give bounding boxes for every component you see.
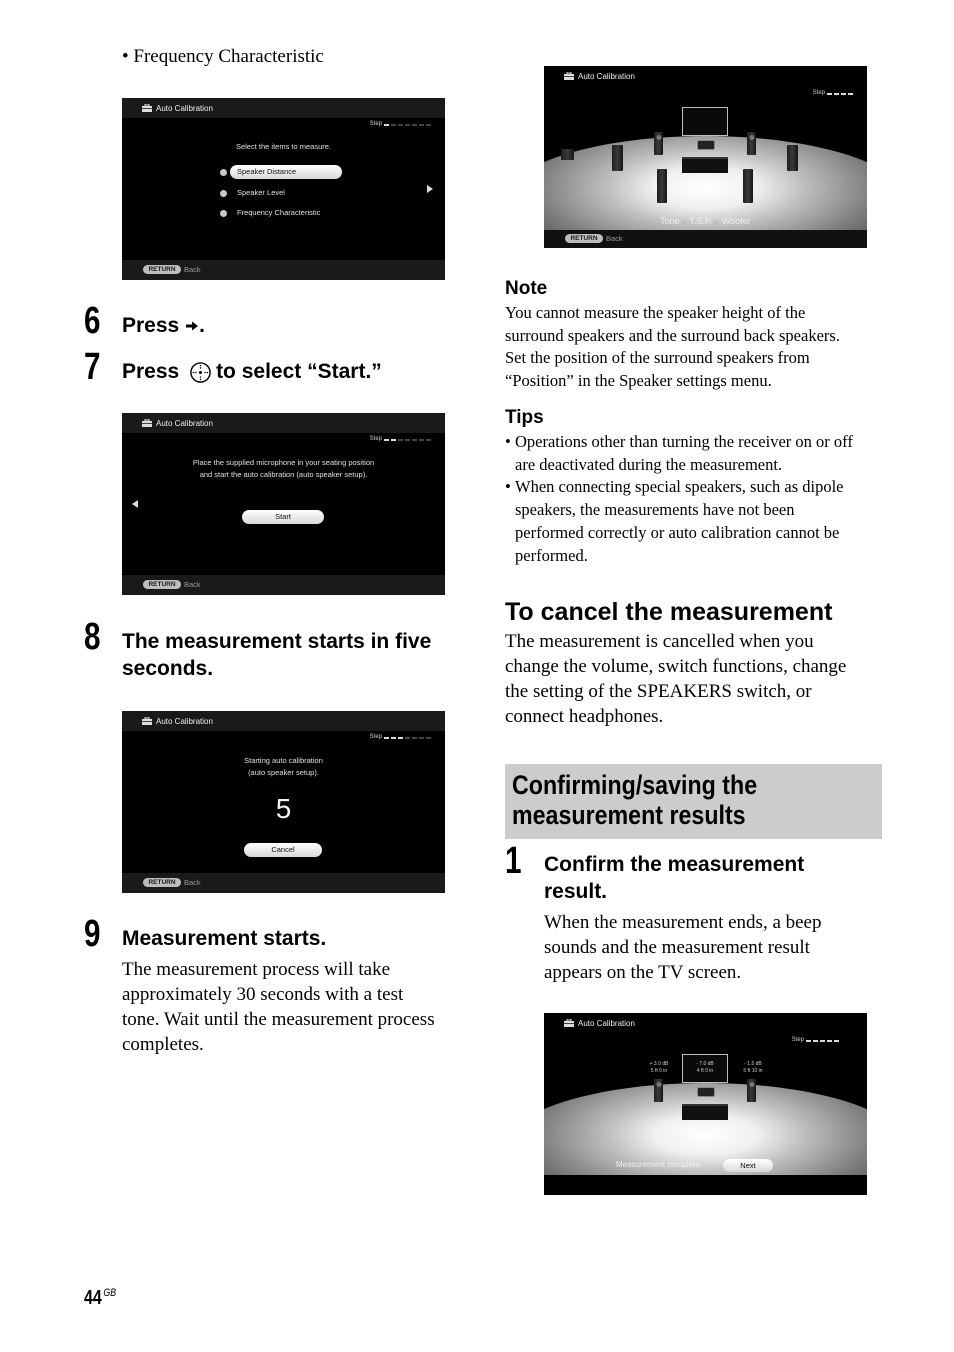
cancel-section-body: The measurement is cancelled when you ch… bbox=[505, 631, 847, 727]
screen-instruction-line2: and start the auto calibration (auto spe… bbox=[199, 470, 368, 479]
step-indicator: Step bbox=[370, 121, 431, 128]
measurement-phases: Tone ▶ T.S.P. ▶ Woofer bbox=[660, 216, 751, 226]
surround-back-right-speaker-graphic bbox=[743, 169, 753, 203]
toolbox-icon bbox=[142, 104, 152, 112]
tip-item: • When connecting special speakers, such… bbox=[505, 477, 844, 565]
page-number: 44 GB bbox=[84, 1287, 117, 1309]
screen-header: Auto Calibration bbox=[122, 98, 445, 118]
subwoofer-graphic bbox=[561, 149, 574, 160]
section-banner: Confirming/saving the measurement result… bbox=[505, 764, 882, 839]
front-left-speaker-values: + 3.0 dB 5 ft 0 in bbox=[649, 1061, 669, 1074]
tv-screen-complete: Auto Calibration Step - 7.0 dB 4 ft 0 in… bbox=[544, 1013, 867, 1195]
tips-heading: Tips bbox=[505, 407, 544, 428]
toolbox-icon bbox=[564, 1019, 574, 1027]
step-9-body: The measurement process will take approx… bbox=[122, 959, 435, 1055]
start-button[interactable]: Start bbox=[242, 510, 324, 524]
check-icon bbox=[220, 169, 227, 176]
enter-button-icon bbox=[190, 362, 211, 383]
step-number-6: 6 bbox=[84, 300, 100, 342]
check-icon bbox=[220, 210, 227, 217]
tv-screen-measuring: Auto Calibration Step Tone ▶ T.S.P. ▶ Wo… bbox=[544, 66, 867, 248]
bullet-item: • Frequency Characteristic bbox=[122, 46, 324, 67]
return-key-icon[interactable]: RETURN bbox=[143, 878, 181, 887]
screen-footer: RETURN Back bbox=[122, 260, 445, 280]
screen-title: Auto Calibration bbox=[156, 104, 213, 113]
option-frequency-characteristic[interactable]: Frequency Characteristic bbox=[237, 206, 320, 220]
tv-set-graphic bbox=[682, 107, 728, 136]
next-arrow-icon[interactable] bbox=[427, 185, 433, 193]
confirm-step-title: Confirm the measurement result. bbox=[544, 853, 805, 903]
step-7-title: Press to select “Start.” bbox=[122, 360, 382, 383]
region-code: GB bbox=[103, 1287, 117, 1299]
center-speaker-values: - 7.0 dB 4 ft 0 in bbox=[696, 1061, 714, 1074]
previous-arrow-icon[interactable] bbox=[132, 500, 138, 508]
front-right-speaker-graphic bbox=[747, 132, 756, 155]
tip-item: • Operations other than turning the rece… bbox=[505, 432, 853, 474]
tv-screen-countdown: Auto Calibration Step Starting auto cali… bbox=[122, 711, 445, 893]
confirm-step-body: When the measurement ends, a beep sounds… bbox=[544, 912, 822, 983]
return-key-icon[interactable]: RETURN bbox=[143, 265, 181, 274]
step-6-title: Press . bbox=[122, 314, 205, 337]
sofa-graphic bbox=[682, 1104, 728, 1120]
sofa-graphic bbox=[682, 157, 728, 173]
toolbox-icon bbox=[142, 717, 152, 725]
next-button[interactable]: Next bbox=[723, 1159, 773, 1172]
front-right-speaker-values: - 1.5 dB 5 ft 10 in bbox=[743, 1061, 763, 1074]
phase-arrow-icon: ▶ bbox=[682, 220, 687, 226]
tips-list: • Operations other than turning the rece… bbox=[505, 431, 885, 567]
option-speaker-level[interactable]: Speaker Level bbox=[237, 186, 285, 200]
step-9-title: Measurement starts. bbox=[122, 927, 327, 950]
surround-back-left-speaker-graphic bbox=[657, 169, 667, 203]
center-speaker-graphic bbox=[697, 1087, 715, 1097]
center-speaker-graphic bbox=[697, 140, 715, 150]
tv-screen-start: Auto Calibration Step Place the supplied… bbox=[122, 413, 445, 595]
screen-prompt: Select the items to measure. bbox=[235, 142, 332, 151]
step-8-title: The measurement starts in five seconds. bbox=[122, 630, 432, 680]
screen-title: Auto Calibration bbox=[578, 1019, 635, 1028]
screen-header: Auto Calibration bbox=[122, 413, 445, 433]
back-label: Back bbox=[184, 265, 201, 274]
toolbox-icon bbox=[564, 72, 574, 80]
step-number-9: 9 bbox=[84, 913, 100, 955]
cancel-button[interactable]: Cancel bbox=[244, 843, 322, 857]
phase-arrow-icon: ▶ bbox=[714, 220, 720, 226]
screen-title: Auto Calibration bbox=[156, 717, 213, 726]
measurement-complete-message: Measurement complete. bbox=[616, 1160, 702, 1169]
check-icon bbox=[220, 190, 227, 197]
back-label: Back bbox=[184, 878, 201, 887]
surround-right-speaker-graphic bbox=[787, 145, 798, 171]
note-body: You cannot measure the speaker height of… bbox=[505, 303, 840, 391]
toolbox-icon bbox=[142, 419, 152, 427]
note-heading: Note bbox=[505, 278, 548, 299]
screen-title: Auto Calibration bbox=[578, 72, 635, 81]
screen-footer: RETURN Back bbox=[122, 873, 445, 893]
option-speaker-distance[interactable]: Speaker Distance bbox=[230, 165, 342, 179]
front-left-speaker-graphic bbox=[654, 1079, 663, 1102]
back-label: Back bbox=[606, 234, 623, 243]
cancel-section-heading: To cancel the measurement bbox=[505, 598, 833, 626]
front-right-speaker-graphic bbox=[747, 1079, 756, 1102]
step-indicator: Step bbox=[792, 1037, 839, 1044]
screen-title: Auto Calibration bbox=[156, 419, 213, 428]
step-indicator: Step bbox=[370, 436, 431, 443]
countdown-number: 5 bbox=[275, 793, 292, 824]
step-indicator: Step bbox=[813, 90, 853, 97]
tv-screen-select-items: Auto Calibration Step Select the items t… bbox=[122, 98, 445, 280]
screen-footer: RETURN Back bbox=[544, 230, 867, 248]
right-arrow-icon bbox=[186, 321, 199, 331]
return-key-icon[interactable]: RETURN bbox=[565, 234, 603, 243]
front-left-speaker-graphic bbox=[654, 132, 663, 155]
step-number-7: 7 bbox=[84, 346, 100, 388]
step-number-8: 8 bbox=[84, 616, 100, 658]
step-indicator: Step bbox=[370, 734, 431, 741]
screen-footer bbox=[544, 1175, 867, 1195]
step-number-1: 1 bbox=[505, 840, 521, 882]
back-label: Back bbox=[184, 580, 201, 589]
screen-header: Auto Calibration bbox=[122, 711, 445, 731]
screen-status-line2: (auto speaker setup). bbox=[248, 768, 319, 777]
return-key-icon[interactable]: RETURN bbox=[143, 580, 181, 589]
screen-footer: RETURN Back bbox=[122, 575, 445, 595]
surround-left-speaker-graphic bbox=[612, 145, 623, 171]
section-banner-title: Confirming/saving the measurement result… bbox=[512, 770, 758, 830]
